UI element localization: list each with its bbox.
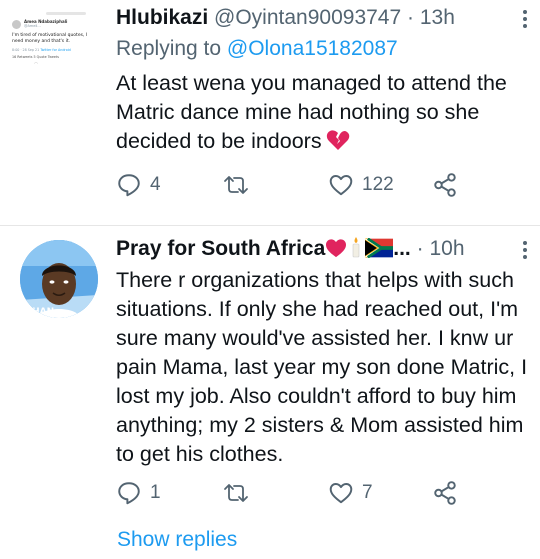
embedded-tweet-thumbnail[interactable]: Amea Ndabaziphali @Amell... I'm tired of…: [6, 8, 98, 96]
thumbnail-meta: 8:00 · 28 Sep 21 Twitter for Android: [12, 48, 92, 52]
tweet-text: There r organizations that helps with su…: [116, 268, 528, 466]
replying-to: Replying to @Olona15182087: [116, 35, 530, 63]
replying-mention[interactable]: @Olona15182087: [227, 37, 398, 60]
separator-dot: ·: [407, 6, 414, 29]
tweet-header: Hlubikazi @Oyintan90093747 · 13h: [116, 4, 530, 32]
retweet-button[interactable]: [222, 480, 258, 506]
svg-text:THAN: THAN: [26, 307, 54, 317]
broken-heart-icon: [326, 129, 350, 159]
reply-button[interactable]: 1: [116, 480, 161, 506]
share-icon: [432, 480, 458, 506]
tweet-header: Pray for South Africa... · 10h: [116, 235, 530, 266]
thumbnail-handle: @Amell...: [24, 24, 41, 28]
thumbnail-topbar: [46, 12, 86, 15]
red-heart-icon: [325, 238, 347, 266]
display-name[interactable]: Hlubikazi: [116, 6, 208, 29]
candle-icon: [347, 236, 365, 266]
tweet-text-body: At least wena you managed to attend the …: [116, 71, 507, 153]
south-africa-flag-icon: [364, 237, 394, 266]
share-button[interactable]: [432, 172, 458, 198]
thumbnail-source: Twitter for Android: [40, 48, 71, 53]
thumbnail-stats: 16 Retweets 5 Quote Tweets: [12, 55, 59, 60]
retweet-icon: [222, 480, 250, 506]
tweet[interactable]: Amea Ndabaziphali @Amell... I'm tired of…: [0, 0, 540, 225]
like-count: 122: [362, 174, 394, 195]
reply-icon: [116, 480, 142, 506]
avatar[interactable]: THAN: [20, 240, 98, 318]
thumbnail-actions: ⌒: [34, 62, 38, 68]
thumbnail-header: Amea Ndabaziphali @Amell...: [12, 19, 92, 29]
thumbnail-text: I'm tired of motivational quotes, I need…: [12, 33, 88, 44]
reply-count: 4: [150, 174, 161, 195]
heart-icon: [328, 172, 354, 198]
tweet-actions: 1 7: [116, 480, 526, 508]
retweet-icon: [222, 172, 250, 198]
more-icon[interactable]: [522, 241, 528, 259]
like-button[interactable]: 122: [328, 172, 394, 198]
name-ellipsis: ...: [393, 237, 411, 260]
reply-count: 1: [150, 482, 161, 503]
heart-icon: [328, 480, 354, 506]
tweet-text: At least wena you managed to attend the …: [116, 69, 530, 159]
display-name-text: Pray for South Africa: [116, 237, 326, 260]
thumbnail-time: 8:00 · 28 Sep 21: [12, 48, 40, 53]
timestamp[interactable]: 13h: [420, 6, 455, 29]
user-handle[interactable]: @Oyintan90093747: [214, 6, 401, 29]
show-replies-link[interactable]: Show replies: [117, 528, 237, 552]
more-icon[interactable]: [522, 10, 528, 28]
tweet-actions: 4 122: [116, 172, 526, 200]
like-count: 7: [362, 482, 373, 503]
thumbnail-avatar: [12, 20, 21, 29]
share-icon: [432, 172, 458, 198]
share-button[interactable]: [432, 480, 458, 506]
reply-icon: [116, 172, 142, 198]
tweet[interactable]: THAN Pray for South Africa... · 10h Ther…: [0, 226, 540, 559]
separator-dot: ·: [416, 237, 424, 260]
reply-button[interactable]: 4: [116, 172, 161, 198]
tweet-content: Pray for South Africa... · 10h There r o…: [116, 235, 530, 469]
timestamp[interactable]: 10h: [429, 237, 464, 260]
like-button[interactable]: 7: [328, 480, 373, 506]
replying-prefix: Replying to: [116, 37, 222, 60]
retweet-button[interactable]: [222, 172, 258, 198]
display-name[interactable]: Pray for South Africa...: [116, 237, 411, 260]
tweet-content: Hlubikazi @Oyintan90093747 · 13h Replyin…: [116, 4, 530, 159]
